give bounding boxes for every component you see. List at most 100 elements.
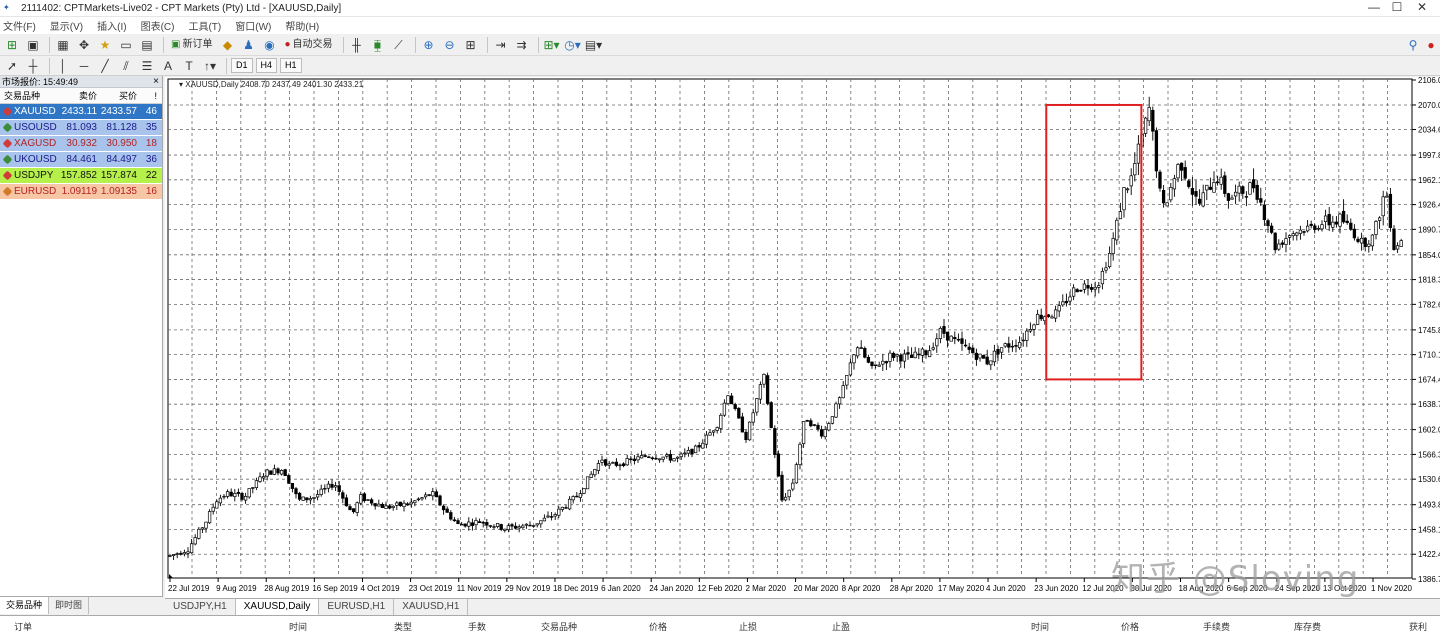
col-close-price[interactable]: 价格: [1121, 620, 1139, 633]
fibonacci-icon[interactable]: ☰: [138, 57, 156, 75]
chart-tab[interactable]: USDJPY,H1: [165, 599, 236, 615]
crosshair-icon[interactable]: ┼: [24, 57, 42, 75]
cursor-icon[interactable]: ➚: [3, 57, 21, 75]
tab-symbols[interactable]: 交易品种: [0, 597, 50, 614]
menu-help[interactable]: 帮助(H): [285, 18, 319, 33]
col-bid[interactable]: 卖价: [60, 88, 100, 103]
candle-body-bull: [251, 487, 255, 489]
col-symbol[interactable]: 交易品种: [0, 88, 60, 103]
search-icon[interactable]: ⚲: [1404, 36, 1422, 54]
col-price[interactable]: 价格: [649, 620, 667, 633]
col-order[interactable]: 订单: [14, 620, 32, 633]
vertical-line-icon[interactable]: │: [54, 57, 72, 75]
market-icon[interactable]: ◉: [260, 36, 278, 54]
col-ask[interactable]: 买价: [100, 88, 140, 103]
tile-windows-icon[interactable]: ⊞: [462, 36, 480, 54]
col-spread[interactable]: !: [140, 88, 161, 103]
candle-body-bull: [247, 488, 251, 498]
trendline-icon[interactable]: ╱: [96, 57, 114, 75]
market-watch-row[interactable]: USOUSD 81.093 81.128 35: [0, 120, 162, 136]
col-type[interactable]: 类型: [394, 620, 412, 633]
terminal-icon[interactable]: ▭: [117, 36, 135, 54]
col-symbol[interactable]: 交易品种: [541, 620, 577, 633]
candle-body-bear: [870, 361, 874, 367]
candle-body-bull: [359, 494, 363, 504]
close-button[interactable]: ✕: [1402, 0, 1440, 17]
col-take-profit[interactable]: 止盈: [832, 620, 850, 633]
col-swap[interactable]: 库存费: [1294, 620, 1321, 633]
col-profit[interactable]: 获利: [1409, 620, 1427, 633]
menu-charts[interactable]: 图表(C): [141, 18, 175, 33]
candle-body-bear: [1179, 162, 1184, 171]
col-commission[interactable]: 手续费: [1203, 620, 1230, 633]
metaeditor-icon[interactable]: ◆: [218, 36, 236, 54]
market-watch-row[interactable]: XAUUSD 2433.11 2433.57 46: [0, 104, 162, 120]
candle: [207, 509, 212, 524]
navigator-icon[interactable]: ★: [96, 36, 114, 54]
notifications-icon[interactable]: ●: [1422, 36, 1440, 54]
candle-body-bear: [740, 416, 745, 433]
price-chart[interactable]: 2106.0 2070.0 2034.6 1997.8 1962.1 1926.4 1890…: [165, 77, 1440, 598]
market-watch-row[interactable]: XAGUSD 30.932 30.950 18: [0, 136, 162, 152]
candle-body-bear: [809, 420, 813, 427]
candle-body-bull: [333, 485, 338, 488]
new-chart-icon[interactable]: ⊞: [3, 36, 21, 54]
candle-body-bull: [474, 520, 478, 526]
text-label-tool-button[interactable]: T: [180, 57, 198, 75]
timeframe-h4[interactable]: H4: [255, 58, 278, 73]
chart-tab[interactable]: XAUUSD,H1: [394, 599, 469, 615]
menu-tools[interactable]: 工具(T): [188, 18, 221, 33]
chart-tab[interactable]: XAUUSD,Daily: [235, 599, 320, 615]
bar-chart-icon[interactable]: ╫: [348, 36, 366, 54]
chart-tab[interactable]: EURUSD,H1: [319, 599, 395, 615]
chart-window[interactable]: 2106.0 2070.0 2034.6 1997.8 1962.1 1926.4 1890…: [165, 77, 1440, 599]
candle-body-bear: [629, 458, 633, 461]
col-stop-loss[interactable]: 止损: [739, 620, 757, 633]
strategy-tester-icon[interactable]: ▤: [138, 36, 156, 54]
signals-icon[interactable]: ♟: [239, 36, 257, 54]
market-watch-row[interactable]: USDJPY 157.852 157.874 22: [0, 168, 162, 184]
toolbar-separator: [342, 36, 344, 53]
timeframe-d1[interactable]: D1: [231, 58, 253, 73]
menu-insert[interactable]: 插入(I): [97, 18, 126, 33]
candle: [247, 488, 251, 499]
candle-body-bull: [1230, 197, 1234, 200]
arrows-icon[interactable]: ↑▾: [201, 57, 219, 75]
templates-icon[interactable]: ▤▾: [585, 36, 603, 54]
market-watch-close-button[interactable]: ×: [153, 76, 159, 88]
data-window-icon[interactable]: ✥: [75, 36, 93, 54]
zoom-in-icon[interactable]: ⊕: [420, 36, 438, 54]
candle-body-bull: [1017, 342, 1022, 349]
new-order-button[interactable]: ▣ 新订单: [168, 36, 215, 54]
col-close-time[interactable]: 时间: [1031, 620, 1049, 633]
auto-trading-button[interactable]: ● 自动交易: [281, 36, 335, 54]
candle-body-bull: [207, 511, 212, 524]
col-volume[interactable]: 手数: [468, 620, 486, 633]
market-watch-row[interactable]: UKOUSD 84.461 84.497 36: [0, 152, 162, 168]
chart-shift-icon[interactable]: ⇥: [492, 36, 510, 54]
periods-icon[interactable]: ◷▾: [564, 36, 582, 54]
timeframe-h1[interactable]: H1: [280, 58, 302, 73]
candle-body-bull: [657, 458, 662, 461]
candle-body-bear: [549, 516, 554, 518]
candle-body-bear: [1215, 181, 1220, 184]
market-watch-icon[interactable]: ▦: [54, 36, 72, 54]
menu-view[interactable]: 显示(V): [50, 18, 83, 33]
candlestick-icon[interactable]: ⧯: [369, 36, 387, 54]
horizontal-line-icon[interactable]: ─: [75, 57, 93, 75]
tab-tick-chart[interactable]: 即时图: [49, 597, 90, 614]
col-time[interactable]: 时间: [289, 620, 307, 633]
menu-window[interactable]: 窗口(W): [235, 18, 271, 33]
candle-body-bull: [1136, 143, 1141, 164]
auto-scroll-icon[interactable]: ⇉: [513, 36, 531, 54]
zoom-out-icon[interactable]: ⊖: [441, 36, 459, 54]
text-tool-button[interactable]: A: [159, 57, 177, 75]
candle-body-bull: [524, 523, 529, 526]
profiles-icon[interactable]: ▣: [24, 36, 42, 54]
menu-file[interactable]: 文件(F): [3, 18, 36, 33]
market-watch-row[interactable]: EURUSD 1.09119 1.09135 16: [0, 184, 162, 200]
indicators-icon[interactable]: ⊞▾: [543, 36, 561, 54]
channel-icon[interactable]: ⫽: [117, 57, 135, 75]
candle-body-bull: [312, 497, 316, 499]
line-chart-icon[interactable]: ⟋: [390, 36, 408, 54]
